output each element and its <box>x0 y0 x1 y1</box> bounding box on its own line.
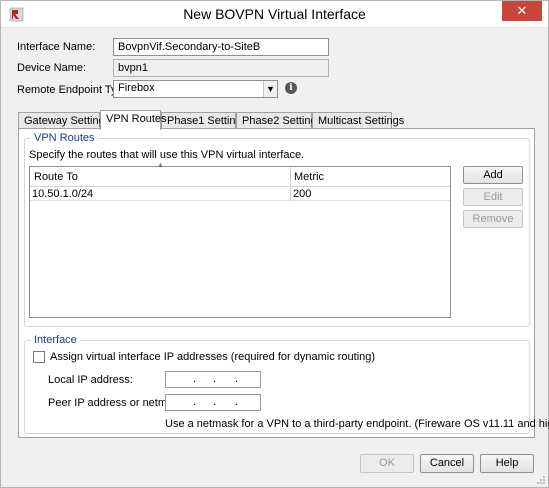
interface-name-input[interactable]: BovpnVif.Secondary-to-SiteB <box>113 38 329 56</box>
local-ip-input[interactable]: . . . <box>165 371 261 388</box>
tab-vpn-routes[interactable]: VPN Routes <box>100 110 167 130</box>
vpn-routes-group: VPN Routes Specify the routes that will … <box>24 132 530 327</box>
remote-endpoint-type-value: Firebox <box>118 82 155 94</box>
routes-table-header: ▲ Route To Metric <box>30 162 450 187</box>
table-row[interactable]: 10.50.1.0/24 200 <box>30 187 450 201</box>
assign-ip-checkbox[interactable] <box>33 351 45 363</box>
chevron-down-icon: ▼ <box>263 81 277 97</box>
vpn-routes-panel: VPN Routes Specify the routes that will … <box>18 128 549 438</box>
column-header-route-to[interactable]: Route To <box>34 171 78 183</box>
window-title: New BOVPN Virtual Interface <box>183 6 366 22</box>
edit-route-button[interactable]: Edit <box>463 188 523 206</box>
sort-ascending-icon: ▲ <box>157 162 164 169</box>
vpn-routes-group-title: VPN Routes <box>31 132 98 144</box>
netmask-note: Use a netmask for a VPN to a third-party… <box>165 418 549 430</box>
remove-route-button[interactable]: Remove <box>463 210 523 228</box>
column-header-metric[interactable]: Metric <box>294 171 324 183</box>
interface-group-title: Interface <box>31 334 80 346</box>
interface-group: Interface Assign virtual interface IP ad… <box>24 334 549 434</box>
routes-table: ▲ Route To Metric 10.50.1.0/24 200 <box>29 162 451 318</box>
column-divider <box>290 167 291 187</box>
add-route-button[interactable]: Add <box>463 166 523 184</box>
close-button[interactable]: ✕ <box>502 1 542 21</box>
title-bar: New BOVPN Virtual Interface ✕ <box>1 1 548 28</box>
vpn-routes-description: Specify the routes that will use this VP… <box>29 149 305 161</box>
assign-ip-label: Assign virtual interface IP addresses (r… <box>50 351 376 363</box>
resize-grip-icon[interactable] <box>536 475 546 485</box>
dialog-window: New BOVPN Virtual Interface ✕ Interface … <box>0 0 549 488</box>
interface-name-label: Interface Name: <box>17 41 96 53</box>
device-name-field: bvpn1 <box>113 59 329 77</box>
help-button[interactable]: Help <box>480 454 534 473</box>
ok-button[interactable]: OK <box>360 454 414 473</box>
metric-cell: 200 <box>293 188 312 200</box>
route-to-cell: 10.50.1.0/24 <box>32 188 94 200</box>
info-icon[interactable]: i <box>285 82 297 94</box>
row-divider <box>290 187 291 201</box>
peer-ip-input[interactable]: . . . <box>165 394 261 411</box>
local-ip-label: Local IP address: <box>48 374 133 386</box>
device-name-label: Device Name: <box>17 62 87 74</box>
cancel-button[interactable]: Cancel <box>420 454 474 473</box>
remote-endpoint-type-select[interactable]: Firebox ▼ <box>113 80 278 98</box>
